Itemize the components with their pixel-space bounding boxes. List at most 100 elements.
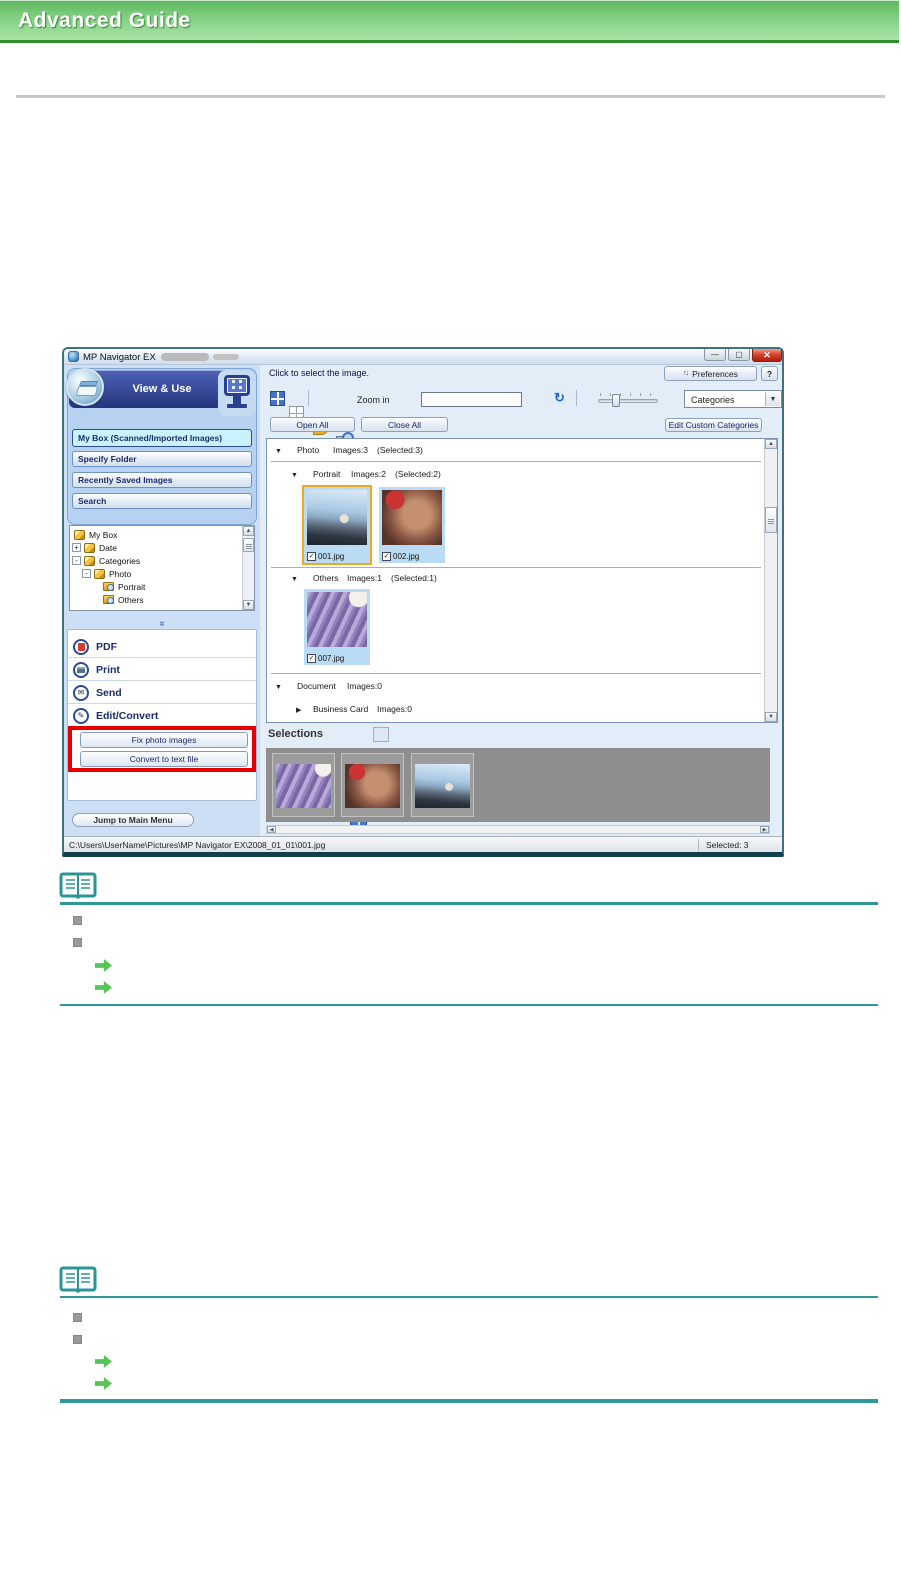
bullet-icon [73,1313,82,1322]
close-all-button[interactable]: Close All [361,417,448,432]
photo-001 [415,764,470,808]
thumbnail-view-icon[interactable] [270,391,285,406]
toolbar-separator [308,390,309,406]
slider-thumb[interactable] [612,394,620,407]
task-print[interactable]: Print [68,659,256,681]
category-search-icon [103,595,114,604]
reference-arrow-icon[interactable] [95,981,112,994]
note-rule-top [60,1296,878,1298]
thumbnail-checkbox[interactable]: ✓ [382,552,391,561]
mail-icon: ✉ [73,684,89,701]
mp-navigator-window: MP Navigator EX — ▢ ✕ View & Use My Box … [62,347,784,857]
thumbnail-checkbox[interactable]: ✓ [307,654,316,663]
status-selected-count: Selected: 3 [706,840,749,850]
monitor-icon[interactable] [218,370,256,416]
scroll-down-icon[interactable]: ▼ [765,712,777,722]
scroll-up-icon[interactable]: ▲ [765,439,777,449]
task-card: PDF Print ✉ Send ✎ Edit/Convert Fix phot… [67,629,257,801]
selections-label: Selections [268,728,324,740]
jump-to-main-menu-button[interactable]: Jump to Main Menu [72,813,194,827]
reference-arrow-icon[interactable] [95,1377,112,1390]
slider-ticks [600,393,656,396]
tree-item-my-box[interactable]: My Box [74,528,117,541]
redacted-text [161,353,209,361]
tree-item-photo[interactable]: - Photo [82,567,131,580]
chevron-down-icon[interactable]: ▼ [765,392,780,406]
edit-custom-categories-button[interactable]: Edit Custom Categories [665,418,762,432]
reference-arrow-icon[interactable] [95,959,112,972]
scroll-left-icon[interactable]: ◀ [267,826,276,833]
scanner-icon[interactable] [66,368,104,406]
nav-specify-folder-button[interactable]: Specify Folder [72,451,252,467]
thumbnail-002[interactable]: ✓ 002.jpg [379,487,445,563]
category-search-icon [103,582,114,591]
manual-page: Advanced Guide MP Navigator EX — ▢ ✕ Vie… [0,0,901,1571]
photo-007 [276,764,331,808]
group-others[interactable]: ▼ [291,573,298,583]
close-button[interactable]: ✕ [752,349,782,362]
bullet-icon [73,938,82,947]
box-icon [94,568,105,579]
zoom-in-label: Zoom in [357,395,390,405]
nav-search-button[interactable]: Search [72,493,252,509]
group-business-card[interactable]: ▶ [296,704,301,714]
tree-item-categories[interactable]: - Categories [72,554,140,567]
task-send[interactable]: ✉ Send [68,682,256,704]
tree-item-date[interactable]: + Date [72,541,117,554]
list-scrollbar[interactable]: ▲ ▼ [764,439,777,722]
preferences-button[interactable]: ↑↓ Preferences [664,366,757,381]
sort-by-dropdown[interactable]: Categories ▼ [684,390,782,408]
selections-tray [266,748,770,822]
maximize-button[interactable]: ▢ [728,349,750,361]
minimize-button[interactable]: — [704,349,726,361]
selection-item[interactable] [411,753,474,817]
scroll-down-icon[interactable]: ▼ [243,600,254,610]
group-portrait[interactable]: ▼ [291,469,298,479]
redacted-text [213,354,239,360]
group-photo[interactable]: ▼ [275,445,282,455]
photo-007 [307,592,367,647]
bullet-icon [73,916,82,925]
image-list: ▼ Photo Images:3 (Selected:3) ▼ Portrait… [266,438,778,723]
task-pdf[interactable]: PDF [68,636,256,658]
selection-item[interactable] [341,753,404,817]
tree-item-portrait[interactable]: Portrait [103,580,145,593]
group-document[interactable]: ▼ [275,681,282,691]
thumbnail-checkbox[interactable]: ✓ [307,552,316,561]
page-title: Advanced Guide [18,8,191,32]
box-icon [74,529,85,540]
selections-scrollbar[interactable]: ◀ ▶ [266,825,770,834]
documentation-highlight-box [68,726,256,772]
sort-arrows-icon: ↑↓ [683,370,689,377]
reference-arrow-icon[interactable] [95,1355,112,1368]
note-icon [59,872,97,900]
mode-label: View & Use [132,383,192,395]
expand-icon[interactable]: + [72,543,81,552]
nav-my-box-button[interactable]: My Box (Scanned/Imported Images) [72,429,252,447]
scroll-right-icon[interactable]: ▶ [760,826,769,833]
note-rule-top [60,902,878,905]
window-title: MP Navigator EX [83,352,156,363]
app-icon [68,351,79,362]
note-rule-bottom [60,1004,878,1006]
thumbnail-001[interactable]: ✓ 001.jpg [302,485,372,565]
selection-item[interactable] [272,753,335,817]
selections-single-icon[interactable] [373,727,389,742]
collapse-tasks-control[interactable]: » [67,613,257,627]
help-button[interactable]: ? [761,366,778,381]
open-all-button[interactable]: Open All [270,417,355,432]
task-edit-convert[interactable]: ✎ Edit/Convert [68,705,256,727]
page-header-banner: Advanced Guide [0,0,899,43]
thumbnail-size-slider[interactable] [598,399,658,403]
thumbnail-007[interactable]: ✓ 007.jpg [304,589,370,665]
nav-recently-saved-button[interactable]: Recently Saved Images [72,472,252,488]
collapse-icon[interactable]: - [82,569,91,578]
tree-scrollbar[interactable]: ▲ ▼ [242,526,254,610]
tree-item-others[interactable]: Others [103,593,144,606]
collapse-icon[interactable]: - [72,556,81,565]
search-input[interactable] [421,392,522,407]
pencil-icon: ✎ [73,707,89,724]
status-bar: C:\Users\UserName\Pictures\MP Navigator … [64,836,782,852]
scroll-up-icon[interactable]: ▲ [243,526,254,536]
refresh-icon[interactable]: ↻ [554,391,565,405]
